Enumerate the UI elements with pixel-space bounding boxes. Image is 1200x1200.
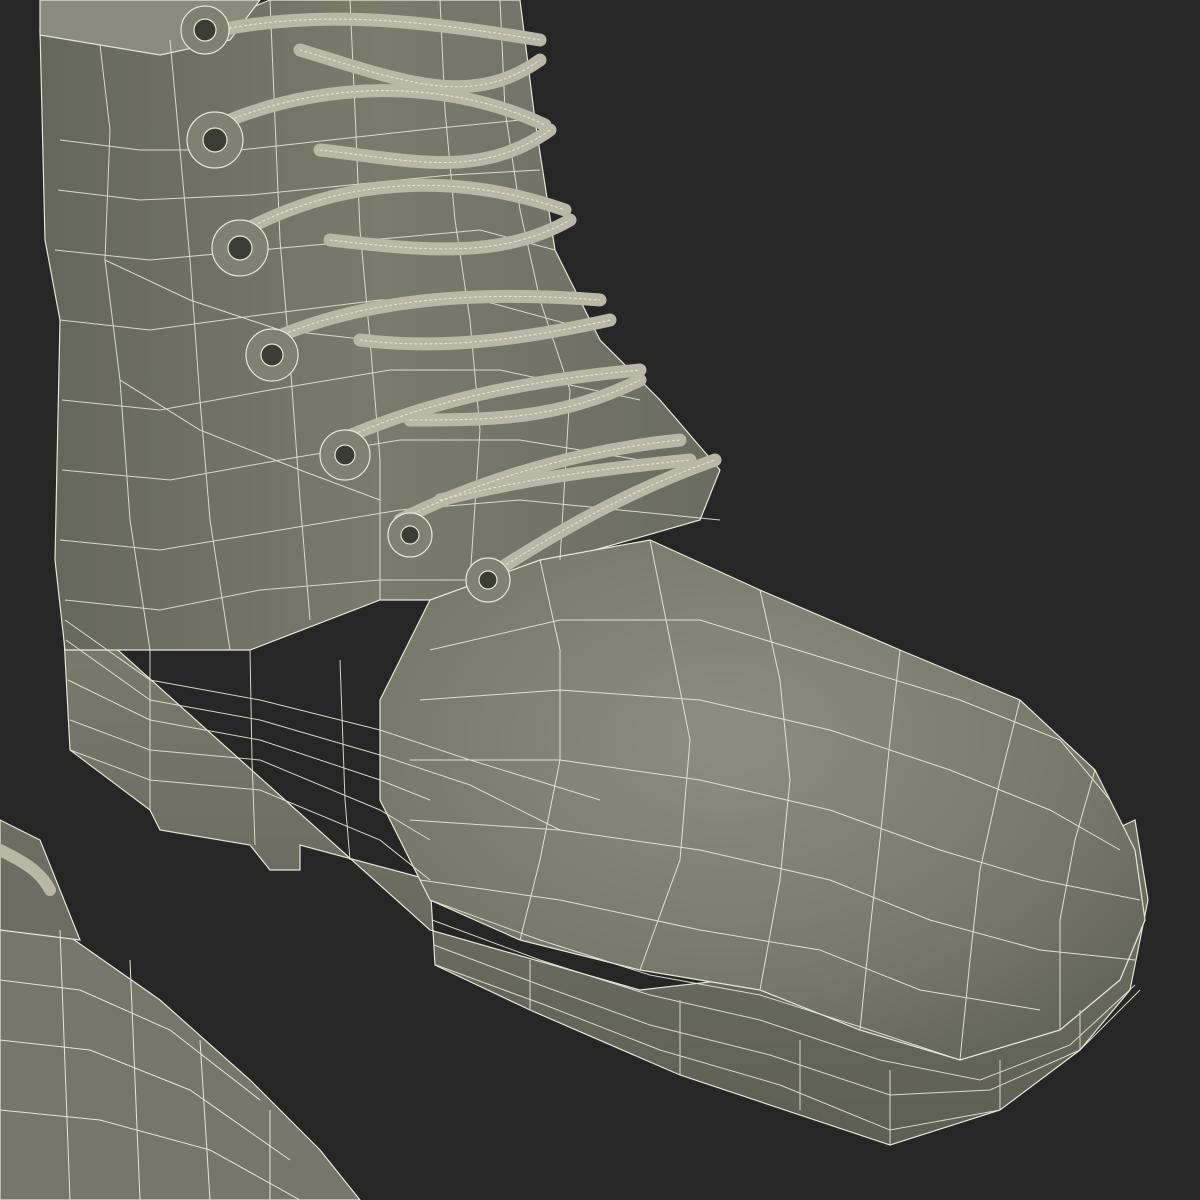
eyelet [245,328,299,382]
eyelet [319,429,371,481]
viewport [0,0,1200,1200]
eyelet [387,512,433,558]
eyelet [465,557,511,603]
eyelet [186,111,244,169]
eyelet [211,219,269,277]
boot-wireframe-render [0,0,1200,1200]
eyelet [180,5,230,55]
